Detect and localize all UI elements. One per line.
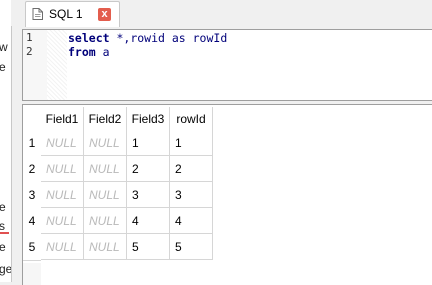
sql-text: *,rowid as rowId xyxy=(109,31,228,45)
grid-cell[interactable]: 5 xyxy=(127,234,170,260)
clipped-text: e xyxy=(0,240,6,254)
row-header[interactable]: 2 xyxy=(23,156,41,183)
grid-cell[interactable]: NULL xyxy=(84,208,127,234)
column-header-rowid[interactable]: rowId xyxy=(170,107,213,132)
grid-cell[interactable]: NULL xyxy=(41,234,84,260)
grid-corner xyxy=(23,105,41,129)
grid-cell[interactable]: NULL xyxy=(84,182,127,208)
grid-cell[interactable]: NULL xyxy=(84,156,127,182)
row-header[interactable]: 1 xyxy=(23,130,41,157)
line-number: 2 xyxy=(26,45,33,58)
column-header-field2[interactable]: Field2 xyxy=(84,107,127,132)
results-grid[interactable]: Field1 Field2 Field3 rowId 1 NULL NULL 1… xyxy=(22,104,432,285)
grid-cell[interactable]: NULL xyxy=(84,234,127,260)
error-underline xyxy=(0,232,9,234)
grid-cell[interactable]: 1 xyxy=(170,130,213,156)
close-icon[interactable]: x xyxy=(98,8,111,21)
grid-cell[interactable]: 5 xyxy=(170,234,213,260)
grid-cell[interactable]: NULL xyxy=(41,182,84,208)
grid-cell[interactable]: 2 xyxy=(127,156,170,182)
clipped-text: e xyxy=(0,60,6,74)
sql-text: a xyxy=(95,45,110,59)
clipped-text: s xyxy=(0,219,5,233)
fold-margin xyxy=(47,30,67,100)
clipped-text: w xyxy=(0,40,8,54)
sql-editor[interactable]: 1 2 select *,rowid as rowId from a xyxy=(22,29,432,101)
grid-cell[interactable]: 3 xyxy=(170,182,213,208)
grid-cell[interactable]: NULL xyxy=(41,208,84,234)
grid-cell[interactable]: NULL xyxy=(41,156,84,182)
code-line[interactable]: from a xyxy=(68,45,110,59)
row-header[interactable]: 5 xyxy=(23,234,41,261)
row-header[interactable]: 4 xyxy=(23,208,41,235)
tab-label: SQL 1 xyxy=(49,7,83,21)
grid-cell[interactable]: 4 xyxy=(170,208,213,234)
code-line[interactable]: select *,rowid as rowId xyxy=(68,31,227,45)
sql-keyword: from xyxy=(68,45,96,59)
row-header[interactable]: 3 xyxy=(23,182,41,209)
grid-cell[interactable]: NULL xyxy=(41,130,84,156)
clipped-text: e xyxy=(0,200,6,214)
clipped-text: ge xyxy=(0,262,12,276)
line-number: 1 xyxy=(26,31,33,44)
sql-file-icon xyxy=(32,8,43,20)
tab-bar: SQL 1 x xyxy=(11,0,432,27)
sql-keyword: select xyxy=(68,31,110,45)
left-panel-edge: w e e s e ge xyxy=(0,0,12,282)
column-header-field3[interactable]: Field3 xyxy=(127,107,170,132)
grid-cell[interactable]: 4 xyxy=(127,208,170,234)
column-header-field1[interactable]: Field1 xyxy=(41,107,84,132)
grid-cell[interactable]: 1 xyxy=(127,130,170,156)
grid-cell[interactable]: 3 xyxy=(127,182,170,208)
line-number-gutter: 1 2 xyxy=(23,30,48,100)
grid-cell[interactable]: NULL xyxy=(84,130,127,156)
grid-cell[interactable]: 2 xyxy=(170,156,213,182)
tab-sql-1[interactable]: SQL 1 x xyxy=(25,1,120,27)
